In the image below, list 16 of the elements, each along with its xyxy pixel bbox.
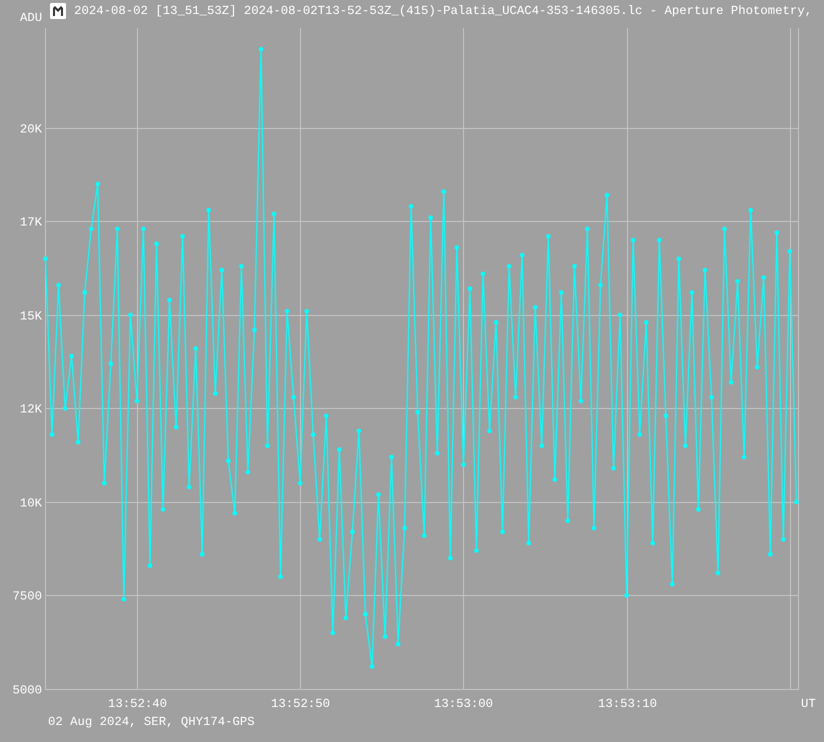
x-tick-label: 13:52:40 (108, 697, 168, 711)
y-tick-label: 7500 (12, 590, 42, 604)
x-tick-label: 13:53:10 (598, 697, 658, 711)
app-logo-icon (50, 3, 66, 19)
x-tick-label: 13:53:00 (434, 697, 494, 711)
y-tick-label: 17K (20, 216, 42, 230)
axis-unit-label: ADU (20, 11, 42, 25)
axis-unit-label: UT (801, 697, 816, 711)
y-tick-label: 10K (20, 496, 42, 510)
footer-caption: 02 Aug 2024, SER, QHY174-GPS (47, 715, 256, 729)
x-tick-label: 13:52:50 (270, 697, 330, 711)
y-tick-label: 5000 (12, 684, 42, 698)
y-tick-label: 12K (20, 402, 42, 416)
y-tick-label: 15K (20, 310, 42, 324)
window-title: 2024-08-02 [13_51_53Z] 2024-08-02T13-52-53Z_(415)-Palatia_UCAC4-353-146305.lc - Aperture Photometry, (74, 4, 812, 18)
y-tick-label: 20K (20, 122, 42, 136)
